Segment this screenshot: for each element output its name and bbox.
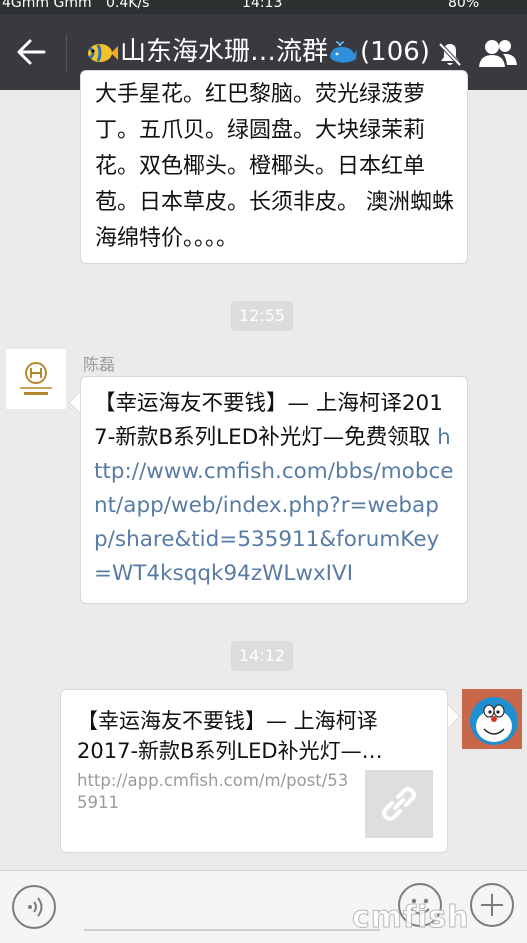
back-button[interactable] — [14, 36, 48, 68]
fish-icon — [88, 43, 118, 62]
message-bubble[interactable]: 【幸运海友不要钱】— 上海柯译2017-新款B系列LED补光灯—免费领取 htt… — [80, 376, 468, 604]
group-members-button[interactable] — [477, 36, 519, 70]
message-text: 大手星花。红巴黎脑。荧光绿菠萝丁。五爪贝。绿圆盘。大块绿茉莉花。双色椰头。橙椰头… — [95, 82, 454, 251]
watermark: cmfish — [352, 900, 470, 936]
link-card-title: 【幸运海友不要钱】— 上海柯译2017-新款B系列LED补光灯—… — [77, 709, 383, 763]
battery-level: 80% — [448, 0, 480, 11]
link-card-url: http://app.cmfish.com/m/post/535911 — [77, 771, 349, 812]
voice-toggle-button[interactable] — [12, 885, 56, 929]
whale-icon — [330, 40, 358, 63]
back-arrow-icon — [17, 39, 46, 65]
network-indicator: 4Gmm Gmm — [2, 0, 92, 11]
message-bubble[interactable]: 大手星花。红巴黎脑。荧光绿菠萝丁。五爪贝。绿圆盘。大块绿茉莉花。双色椰头。橙椰头… — [80, 70, 468, 264]
message-text: 【幸运海友不要钱】— 上海柯译2017-新款B系列LED补光灯—免费领取 — [94, 391, 443, 450]
avatar[interactable] — [462, 689, 522, 749]
clock: 14:13 — [242, 0, 283, 11]
group-members-icon — [479, 40, 517, 67]
more-options-button[interactable] — [470, 883, 514, 927]
doraemon-avatar-icon — [462, 689, 522, 749]
sender-name: 陈磊 — [83, 355, 116, 374]
mute-bell-icon — [438, 42, 462, 67]
link-icon — [382, 787, 416, 821]
timestamp: 14:12 — [231, 641, 294, 671]
member-count: (106) — [360, 37, 430, 67]
message-input[interactable] — [84, 929, 380, 931]
status-bar: 4Gmm Gmm 0.4K/s 14:13 80% — [0, 0, 527, 14]
network-speed: 0.4K/s — [106, 0, 150, 11]
voice-icon — [28, 897, 43, 917]
plus-icon — [481, 894, 503, 916]
timestamp: 12:55 — [231, 301, 294, 331]
chat-title-text: 山东海水珊…流群 — [120, 37, 329, 67]
link-card[interactable]: 【幸运海友不要钱】— 上海柯译2017-新款B系列LED补光灯—… http:/… — [60, 689, 448, 853]
link-thumbnail — [365, 770, 433, 838]
avatar[interactable] — [6, 349, 66, 409]
title-separator — [66, 34, 67, 72]
sender-logo-icon — [20, 362, 52, 395]
